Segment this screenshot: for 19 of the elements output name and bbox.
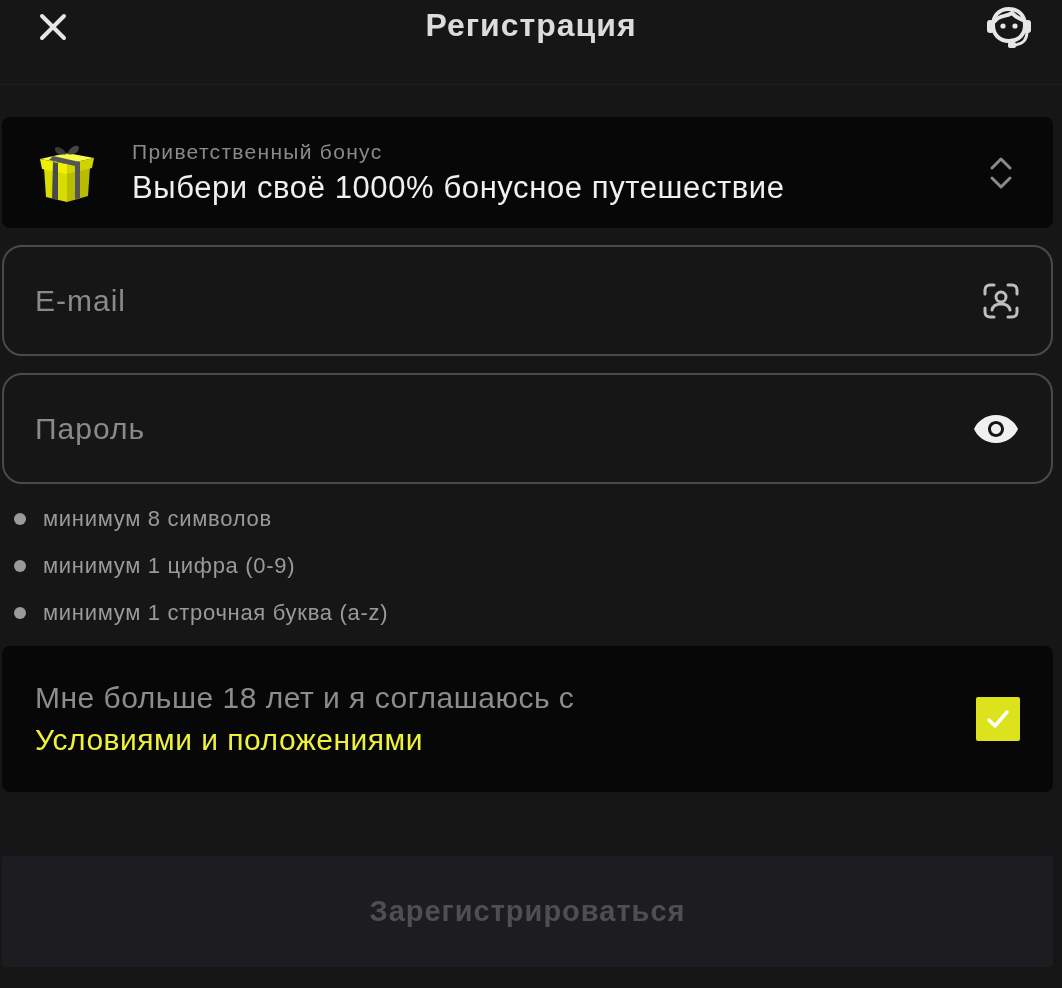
password-rule-text: минимум 1 строчная буква (a-z) (43, 599, 389, 626)
support-button[interactable] (984, 4, 1034, 50)
checkbox[interactable] (976, 697, 1020, 741)
bonus-selector[interactable]: Приветственный бонус Выбери своё 1000% бонусное путешествие (2, 117, 1053, 228)
close-icon (39, 13, 67, 41)
email-field[interactable]: E-mail (2, 245, 1053, 356)
password-rule-text: минимум 1 цифра (0-9) (43, 552, 296, 579)
terms-link[interactable]: Условиями и положениями (35, 723, 423, 756)
face-scan-icon (983, 282, 1019, 319)
eye-icon[interactable] (973, 413, 1019, 444)
check-icon (986, 709, 1010, 729)
password-field[interactable]: Пароль (2, 373, 1053, 484)
page-title: Регистрация (425, 6, 637, 45)
password-rule-text: минимум 8 символов (43, 505, 272, 532)
bonus-label: Приветственный бонус (132, 139, 384, 164)
bonus-value: Выбери своё 1000% бонусное путешествие (132, 169, 786, 206)
consent-text: Мне больше 18 лет и я соглашаюсь с Условиями и положениями (35, 680, 576, 758)
headset-icon (986, 5, 1032, 49)
chevron-up-down-icon (989, 155, 1013, 190)
